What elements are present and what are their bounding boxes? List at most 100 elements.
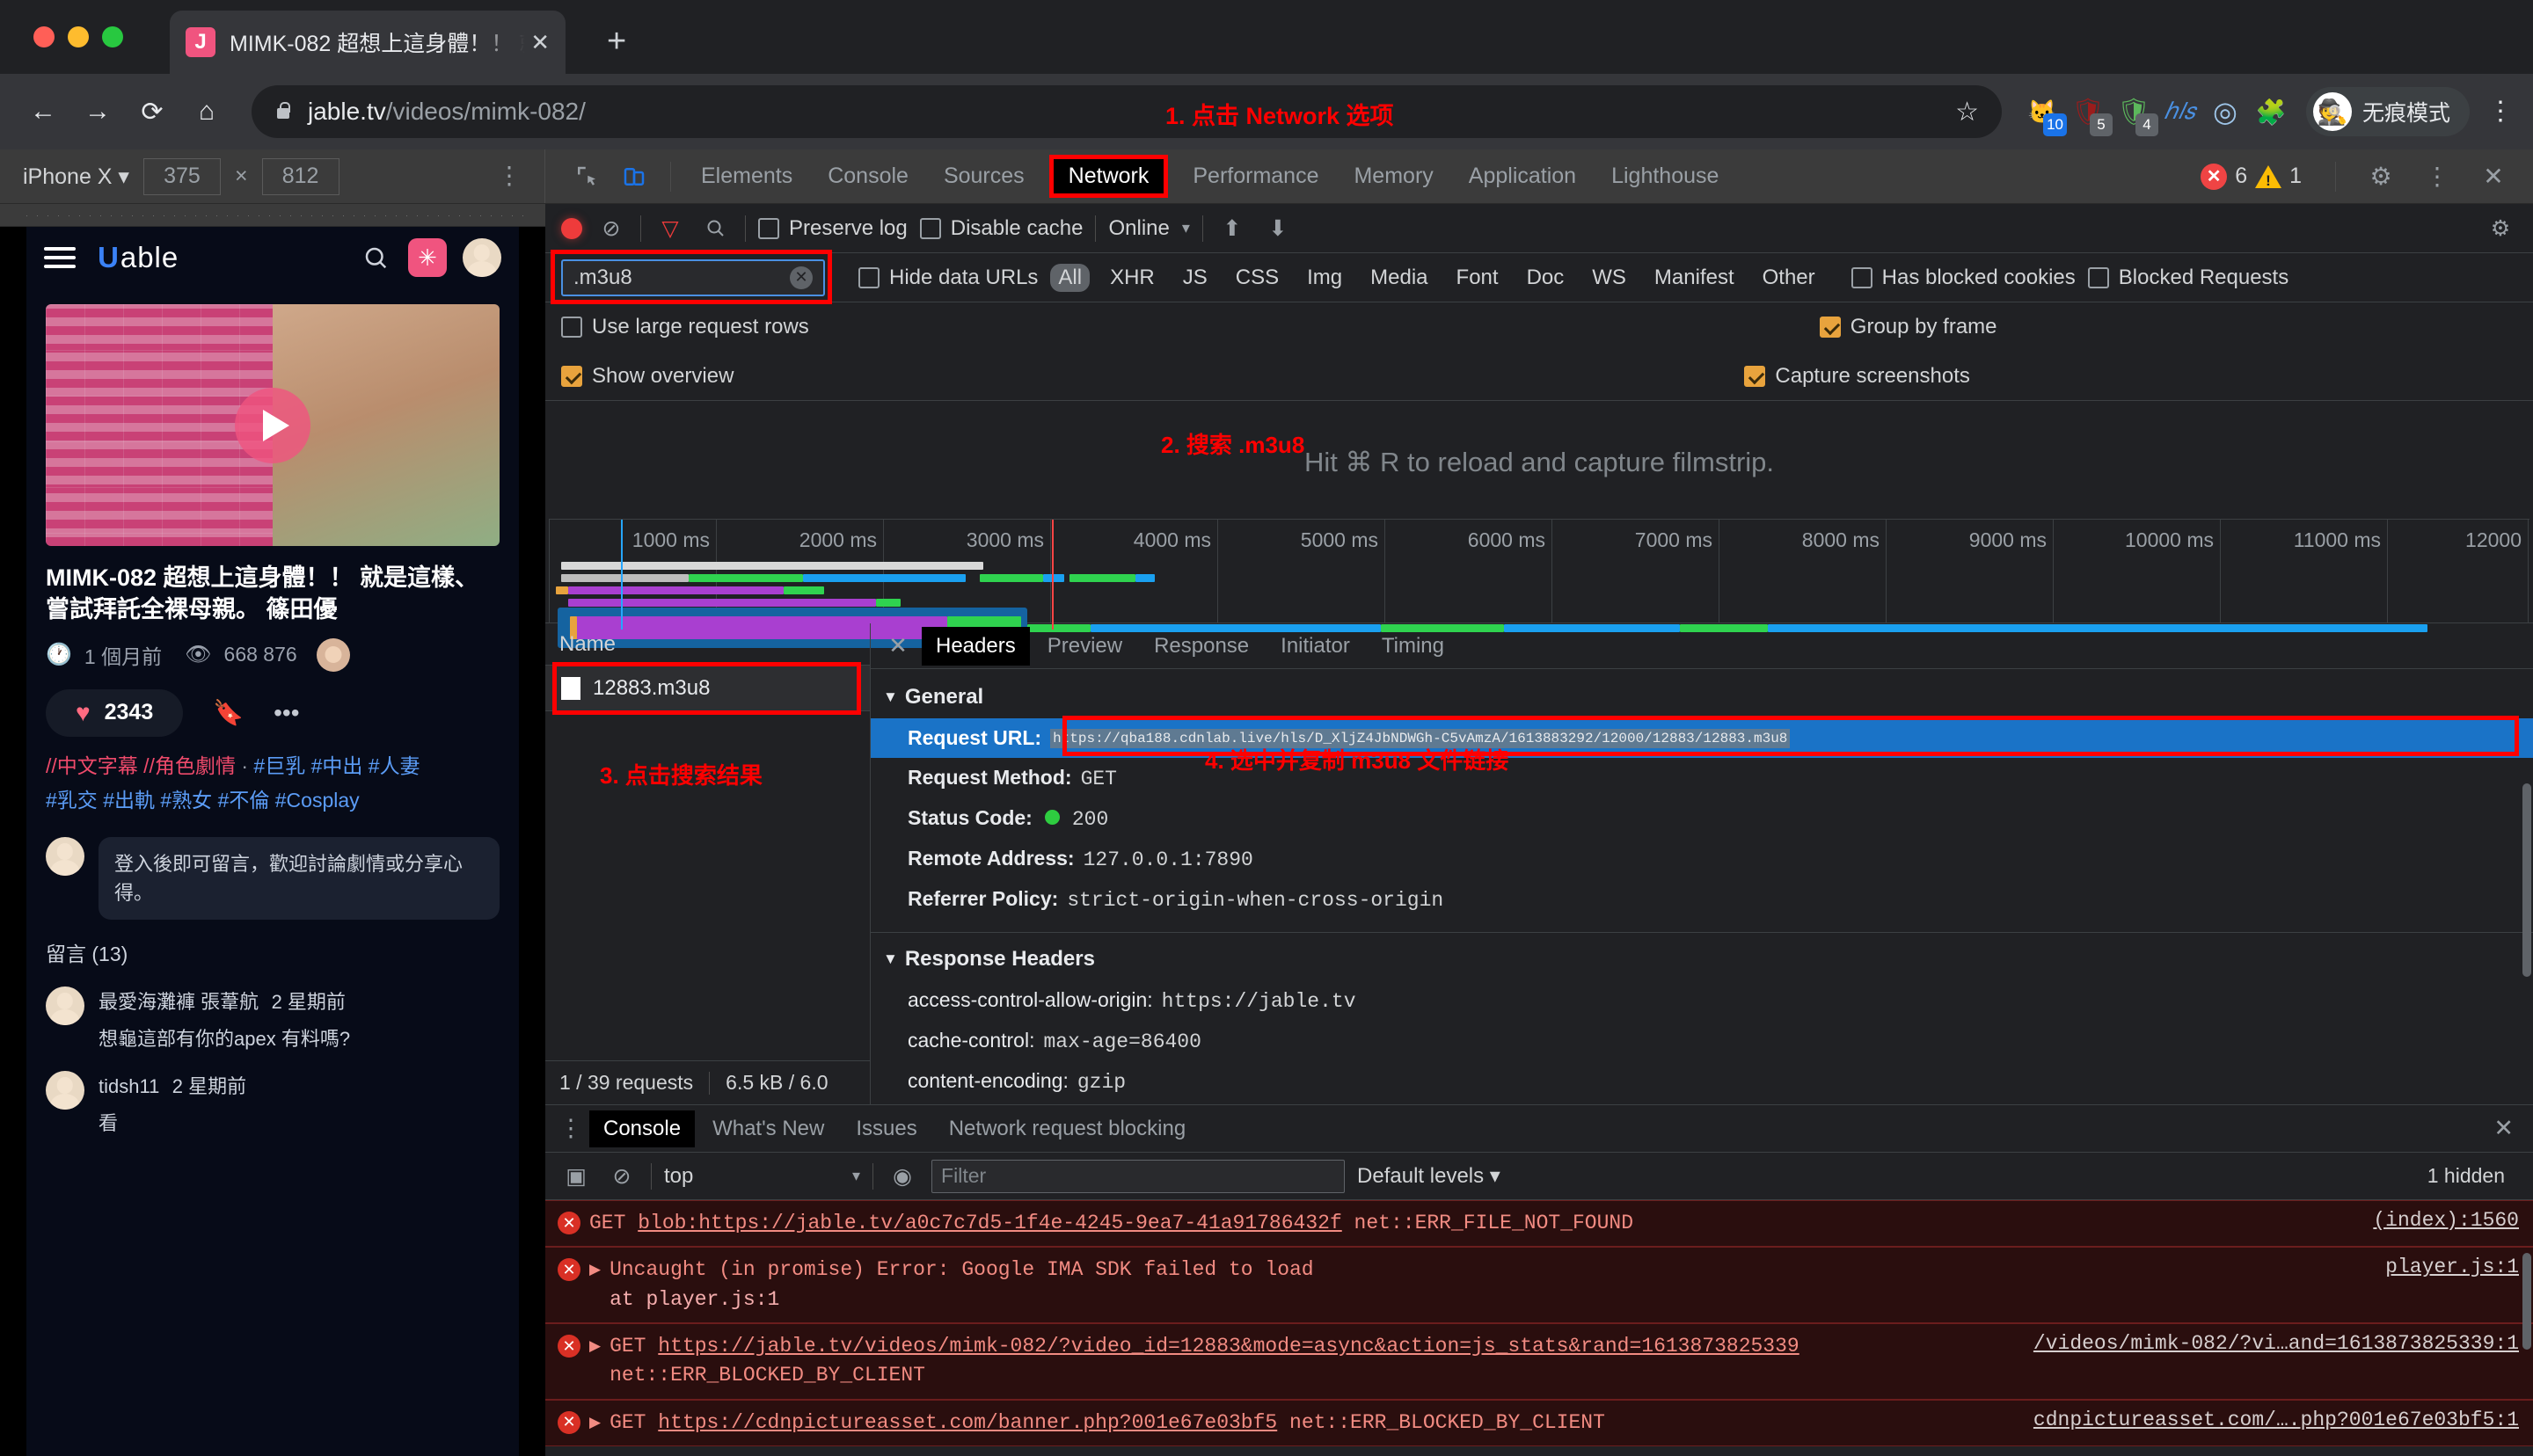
tab-headers[interactable]: Headers [922,626,1030,666]
avatar[interactable] [463,238,501,277]
device-selector[interactable]: iPhone X ▾ [23,164,129,190]
filter-type-img[interactable]: Img [1299,264,1350,292]
hls-downloader-icon[interactable]: ℎ𝑙𝑠 [2160,92,2199,131]
preserve-log-checkbox[interactable]: Preserve log [758,216,908,241]
tag-item[interactable]: #出軌 [103,789,155,812]
request-url-row[interactable]: Request URL: https://qba188.cdnlab.live/… [871,716,2533,758]
hamburger-menu-icon[interactable] [44,242,76,273]
hide-data-urls-checkbox[interactable]: Hide data URLs [858,266,1038,290]
response-headers-section-header[interactable]: ▼ Response Headers [871,936,2533,980]
console-link[interactable]: https://jable.tv/videos/mimk-082/?video_… [658,1335,1799,1358]
drawer-more-icon[interactable]: ⋮ [556,1117,586,1140]
table-row[interactable]: 12883.m3u8 [545,666,870,711]
record-button[interactable] [561,217,582,239]
ublock-origin-icon[interactable]: 🛡 5 [2069,92,2113,136]
tab-issues[interactable]: Issues [842,1110,931,1147]
tab-network[interactable]: Network [1048,155,1169,198]
expand-arrow-icon[interactable]: ▶ [589,1261,601,1314]
filter-type-media[interactable]: Media [1362,264,1435,292]
capture-screenshots-checkbox[interactable]: Capture screenshots [1744,364,1970,389]
address-bar[interactable]: jable.tv/videos/mimk-082/ ☆ [252,85,2002,138]
gear-icon[interactable]: ⚙ [2359,157,2403,197]
close-devtools-icon[interactable]: ✕ [2471,157,2515,197]
puzzle-extensions-icon[interactable]: 🧩 [2252,92,2290,131]
forward-button[interactable]: → [74,88,121,135]
scrollbar[interactable] [2522,783,2531,977]
tab-timing[interactable]: Timing [1368,627,1458,666]
export-har-icon[interactable]: ⬇ [1261,212,1295,245]
live-expression-eye-icon[interactable]: ◉ [886,1160,919,1193]
filter-type-doc[interactable]: Doc [1519,264,1573,292]
tab-application[interactable]: Application [1453,158,1592,194]
list-item[interactable]: ✕ ▶ GET https://cdnpictureasset.com/bann… [545,1399,2533,1447]
tab-preview[interactable]: Preview [1033,627,1136,666]
adguard-shield-icon[interactable]: 🛡 4 [2114,92,2158,136]
tab-sources[interactable]: Sources [928,158,1040,194]
console-source-link[interactable]: /videos/mimk-082/?vi…and=1613873825339:1 [2033,1332,2519,1355]
site-logo[interactable]: Uable [97,241,179,274]
tab-lighthouse[interactable]: Lighthouse [1595,158,1734,194]
disable-cache-checkbox[interactable]: Disable cache [919,216,1083,241]
video-thumbnail[interactable] [46,304,500,546]
console-source-link[interactable]: cdnpictureasset.com/….php?001e67e03bf5:1 [2033,1409,2519,1431]
filter-type-all[interactable]: All [1050,263,1091,292]
tab-console[interactable]: Console [812,158,924,194]
chevron-down-icon[interactable]: ▾ [852,1167,860,1185]
group-by-frame-checkbox[interactable]: Group by frame [1819,315,1997,339]
console-link[interactable]: blob:https://jable.tv/a0c7c7d5-1f4e-4245… [638,1212,1342,1234]
search-icon[interactable] [359,241,392,274]
new-tab-button[interactable]: + [607,23,626,61]
blocked-requests-checkbox[interactable]: Blocked Requests [2087,266,2288,290]
tag-item[interactable]: #中出 [311,754,363,777]
home-button[interactable]: ⌂ [183,88,230,135]
console-sidebar-icon[interactable]: ▣ [559,1160,593,1193]
expand-arrow-icon[interactable]: ▶ [589,1414,601,1438]
checkbox[interactable] [858,266,880,288]
browser-menu-button[interactable]: ⋮ [2487,98,2514,125]
filter-type-manifest[interactable]: Manifest [1646,264,1742,292]
tab-whats-new[interactable]: What's New [698,1110,838,1147]
tab-network-request-blocking[interactable]: Network request blocking [935,1110,1200,1147]
search-icon[interactable] [699,212,733,245]
tag-item[interactable]: #人妻 [369,754,420,777]
device-more-options-button[interactable]: ⋮ [497,164,522,188]
checkbox[interactable] [561,317,582,338]
maximize-window-button[interactable] [102,26,123,47]
filter-type-css[interactable]: CSS [1228,264,1287,292]
chevron-down-icon[interactable]: ▾ [1182,219,1190,237]
scrollbar[interactable] [2522,1253,2531,1350]
console-filter-input[interactable]: Filter [931,1159,1346,1193]
cat-extension-icon[interactable]: 🐱 10 [2023,92,2067,136]
more-options-icon[interactable]: ••• [274,699,299,727]
bookmark-icon[interactable]: 🔖 [213,698,244,727]
back-button[interactable]: ← [19,88,67,135]
filter-icon[interactable]: ▽ [653,212,687,245]
filter-type-js[interactable]: JS [1175,264,1215,292]
checkbox[interactable] [561,365,582,387]
console-source-link[interactable]: (index):1560 [2373,1209,2519,1232]
tab-elements[interactable]: Elements [685,158,808,194]
error-warning-counter[interactable]: ✕ 6 1 [2190,160,2312,193]
checkbox[interactable] [1850,266,1872,288]
console-link[interactable]: https://cdnpictureasset.com/banner.php?0… [658,1411,1277,1434]
blue-ring-icon[interactable]: ◎ [2206,92,2245,131]
incognito-indicator[interactable]: 🕵 无痕模式 [2305,87,2470,136]
toggle-device-toolbar-icon[interactable] [612,157,656,197]
clear-icon[interactable]: ⊘ [595,212,628,245]
tag-item[interactable]: #巨乳 [253,754,305,777]
list-item[interactable]: ✕ ▶ GET https://jable.tv/videos/mimk-082… [545,1323,2533,1400]
tag-item[interactable]: #乳交 [46,789,98,812]
tag-item[interactable]: //中文字幕 [46,754,138,777]
bookmark-star-icon[interactable]: ☆ [1955,97,1979,127]
window-controls[interactable] [33,26,123,47]
tab-response[interactable]: Response [1140,627,1263,666]
tag-item[interactable]: //角色劇情 [143,754,236,777]
context-selector[interactable]: top [664,1164,840,1189]
filter-type-xhr[interactable]: XHR [1102,264,1163,292]
tab-memory[interactable]: Memory [1338,158,1449,194]
comment-prompt-text[interactable]: 登入後即可留言，歡迎討論劇情或分享心得。 [99,837,500,921]
device-height-input[interactable]: 812 [261,157,339,195]
column-header-name[interactable]: Name [545,623,870,666]
close-tab-button[interactable]: ✕ [530,29,550,56]
tag-item[interactable]: #不倫 [218,789,270,812]
